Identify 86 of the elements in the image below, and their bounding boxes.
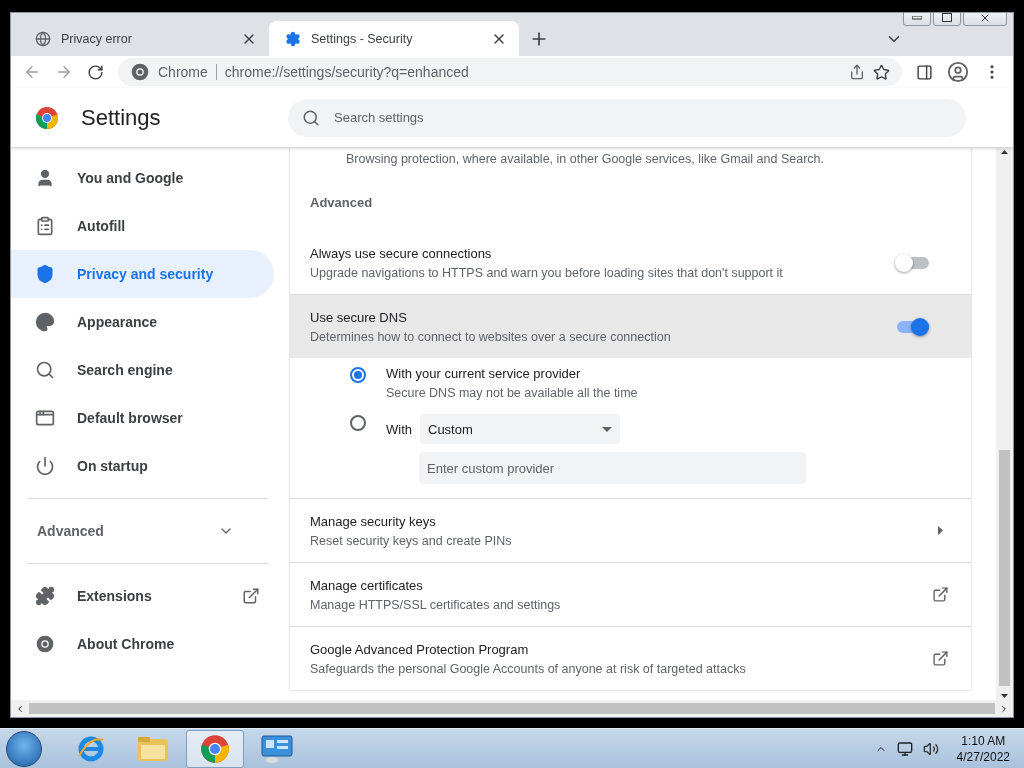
scroll-up-icon[interactable] [1001, 150, 1008, 154]
setting-description: Safeguards the personal Google Accounts of anyone at risk of targeted attacks [310, 661, 747, 676]
setting-description: Upgrade navigations to HTTPS and warn you before loading sites that don't support it [310, 265, 784, 280]
setting-title: Manage certificates [310, 577, 424, 593]
radio-button[interactable] [350, 367, 366, 383]
provider-dropdown[interactable]: Custom [420, 414, 620, 444]
chrome-logo-icon [35, 105, 59, 130]
back-icon[interactable] [23, 63, 41, 81]
external-link-icon [932, 650, 949, 667]
tab-title: Settings - Security [311, 31, 414, 46]
sidebar-item[interactable]: Privacy and security [11, 250, 274, 298]
tab-title: Privacy error [61, 31, 133, 46]
restore-button[interactable] [933, 13, 961, 26]
description-text: Browsing protection, where available, in other Google services, like Gmail and Search. [345, 152, 825, 167]
vertical-scrollbar[interactable] [996, 148, 1013, 700]
setting-description: Reset security keys and create PINs [310, 533, 513, 548]
browser-tab[interactable]: Privacy error [19, 21, 269, 56]
external-link-icon [932, 586, 949, 603]
caret-icon [602, 426, 612, 432]
browser-window-icon [35, 408, 55, 428]
clipboard-icon [35, 216, 55, 236]
sidebar-item[interactable]: Extensions [11, 572, 274, 620]
arrow-right-icon [938, 526, 943, 535]
scroll-right-icon[interactable] [999, 703, 1009, 714]
volume-icon[interactable] [922, 740, 939, 757]
restore-icon [942, 13, 952, 22]
setting-title: Manage security keys [310, 513, 437, 529]
sidebar-item[interactable]: Default browser [11, 394, 274, 442]
scroll-down-icon[interactable] [1001, 694, 1008, 698]
taskbar-app[interactable] [186, 729, 244, 768]
reload-icon[interactable] [87, 63, 104, 81]
url-text: chrome://settings/security?q=enhanced [224, 64, 470, 80]
search-field[interactable]: Search settings [288, 98, 966, 137]
settings-link-row[interactable]: Manage certificates Manage HTTPS/SSL certificates and settings [290, 562, 971, 626]
puzzle-icon [35, 586, 55, 606]
toggle-switch[interactable] [897, 320, 929, 333]
shield-icon [35, 264, 55, 284]
profile-icon[interactable] [947, 61, 969, 83]
page-title: Settings [81, 104, 161, 131]
star-icon[interactable] [873, 63, 890, 81]
browser-tab[interactable]: Settings - Security [269, 21, 519, 56]
site-label: Chrome [158, 64, 208, 80]
external-link-icon [242, 587, 260, 605]
sidebar-item[interactable]: Autofill [11, 202, 274, 250]
power-icon [35, 456, 55, 476]
search-icon [35, 360, 55, 380]
address-bar[interactable]: Chrome chrome://settings/security?q=enhanced [118, 58, 902, 86]
chrome-logo-icon [35, 634, 55, 654]
chrome-logo-icon [130, 62, 150, 82]
forward-icon[interactable] [55, 63, 73, 81]
scroll-left-icon[interactable] [15, 703, 25, 714]
setting-description: Manage HTTPS/SSL certificates and settings [310, 597, 562, 612]
setting-description: Determines how to connect to websites over a secure connection [310, 329, 672, 344]
start-button[interactable] [6, 730, 42, 767]
option-description: Secure DNS may not be available all the time [386, 386, 639, 400]
radio-button[interactable] [350, 415, 366, 431]
custom-provider-field[interactable]: Enter custom provider [419, 452, 806, 484]
settings-link-row[interactable]: Manage security keys Reset security keys and create PINs [290, 498, 971, 562]
control-panel-icon[interactable] [260, 733, 294, 764]
chrome-logo-icon [200, 733, 230, 764]
gear-icon [285, 30, 301, 47]
search-icon [302, 108, 320, 127]
section-title: Advanced [309, 194, 374, 212]
palette-icon [35, 312, 55, 332]
person-icon [35, 168, 55, 188]
toggle-switch[interactable] [897, 256, 929, 269]
option-label: With your current service provider [386, 366, 582, 381]
sidebar-item[interactable]: Search engine [11, 346, 274, 394]
setting-title: Use secure DNS [310, 309, 408, 325]
setting-title: Google Advanced Protection Program [310, 641, 530, 657]
sidebar-item[interactable]: On startup [11, 442, 274, 490]
side-panel-icon[interactable] [916, 63, 933, 81]
sidebar-item[interactable]: You and Google [11, 154, 274, 202]
sidebar-item[interactable]: About Chrome [11, 620, 274, 668]
share-icon[interactable] [849, 64, 865, 80]
close-icon [979, 13, 991, 24]
option-label: With [386, 421, 412, 437]
close-button[interactable] [963, 13, 1007, 26]
advanced-section-toggle[interactable]: Advanced [11, 507, 274, 555]
sidebar-item[interactable]: Appearance [11, 298, 274, 346]
minimize-icon [912, 15, 922, 20]
horizontal-scrollbar[interactable] [11, 700, 1013, 717]
clock[interactable]: 1:10 AM 4/27/2022 [948, 733, 1018, 764]
setting-title: Always use secure connections [310, 245, 493, 261]
globe-icon [35, 30, 51, 47]
settings-link-row[interactable]: Google Advanced Protection Program Safeguards the personal Google Accounts of anyone at risk of targeted attacks [290, 626, 971, 690]
